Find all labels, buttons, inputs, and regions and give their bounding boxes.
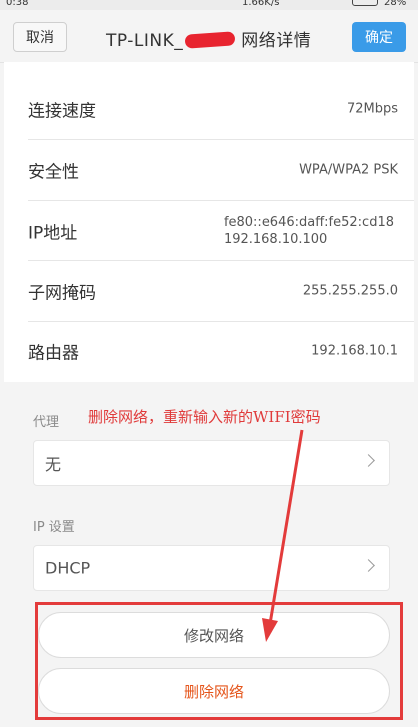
- status-bar: 0:38 1.66K/s 28%: [0, 0, 418, 10]
- proxy-select[interactable]: 无: [33, 440, 390, 486]
- proxy-value: 无: [45, 455, 62, 474]
- title-network-name: TP-LINK_: [106, 31, 184, 51]
- header-bar: 取消 TP-LINK_ 网络详情 确定: [0, 10, 418, 62]
- proxy-label: 代理: [33, 415, 60, 430]
- detail-row-router: 路由器 192.168.10.1: [28, 321, 398, 381]
- battery-icon: [352, 0, 378, 6]
- detail-label: 连接速度: [28, 101, 96, 122]
- detail-label: 安全性: [28, 162, 79, 183]
- title-suffix: 网络详情: [241, 31, 312, 51]
- cancel-button[interactable]: 取消: [13, 22, 67, 52]
- detail-value-multiline: fe80::e646:daff:fe52:cd18 192.168.10.100: [224, 214, 394, 248]
- chevron-right-icon: [362, 454, 375, 467]
- detail-value: WPA/WPA2 PSK: [299, 162, 398, 178]
- detail-row-ip: IP地址 fe80::e646:daff:fe52:cd18 192.168.1…: [28, 201, 398, 261]
- page-title: TP-LINK_ 网络详情: [106, 26, 311, 51]
- network-speed: 1.66K/s: [242, 0, 280, 8]
- redaction-mark: [184, 31, 236, 49]
- chevron-right-icon: [362, 559, 375, 572]
- detail-label: 子网掩码: [28, 283, 96, 304]
- annotation-text: 删除网络，重新输入新的WIFI密码: [88, 408, 321, 426]
- ipv4-address: 192.168.10.100: [223, 232, 328, 247]
- detail-row-speed: 连接速度 72Mbps: [28, 79, 398, 139]
- detail-value: 72Mbps: [346, 101, 398, 117]
- ip-settings-label: IP 设置: [33, 520, 75, 535]
- status-time: 0:38: [6, 0, 29, 8]
- detail-value: 192.168.10.1: [311, 343, 398, 359]
- confirm-button[interactable]: 确定: [352, 22, 406, 52]
- detail-row-security: 安全性 WPA/WPA2 PSK: [28, 140, 398, 200]
- ipv6-address: fe80::e646:daff:fe52:cd18: [223, 215, 394, 230]
- detail-label: 路由器: [28, 343, 79, 364]
- detail-label: IP地址: [28, 223, 78, 244]
- detail-value: 255.255.255.0: [302, 283, 398, 299]
- annotation-highlight-box: [35, 602, 403, 720]
- battery-percent: 28%: [384, 0, 407, 8]
- ip-settings-select[interactable]: DHCP: [33, 545, 390, 591]
- ip-settings-value: DHCP: [45, 558, 91, 578]
- detail-row-netmask: 子网掩码 255.255.255.0: [28, 261, 398, 321]
